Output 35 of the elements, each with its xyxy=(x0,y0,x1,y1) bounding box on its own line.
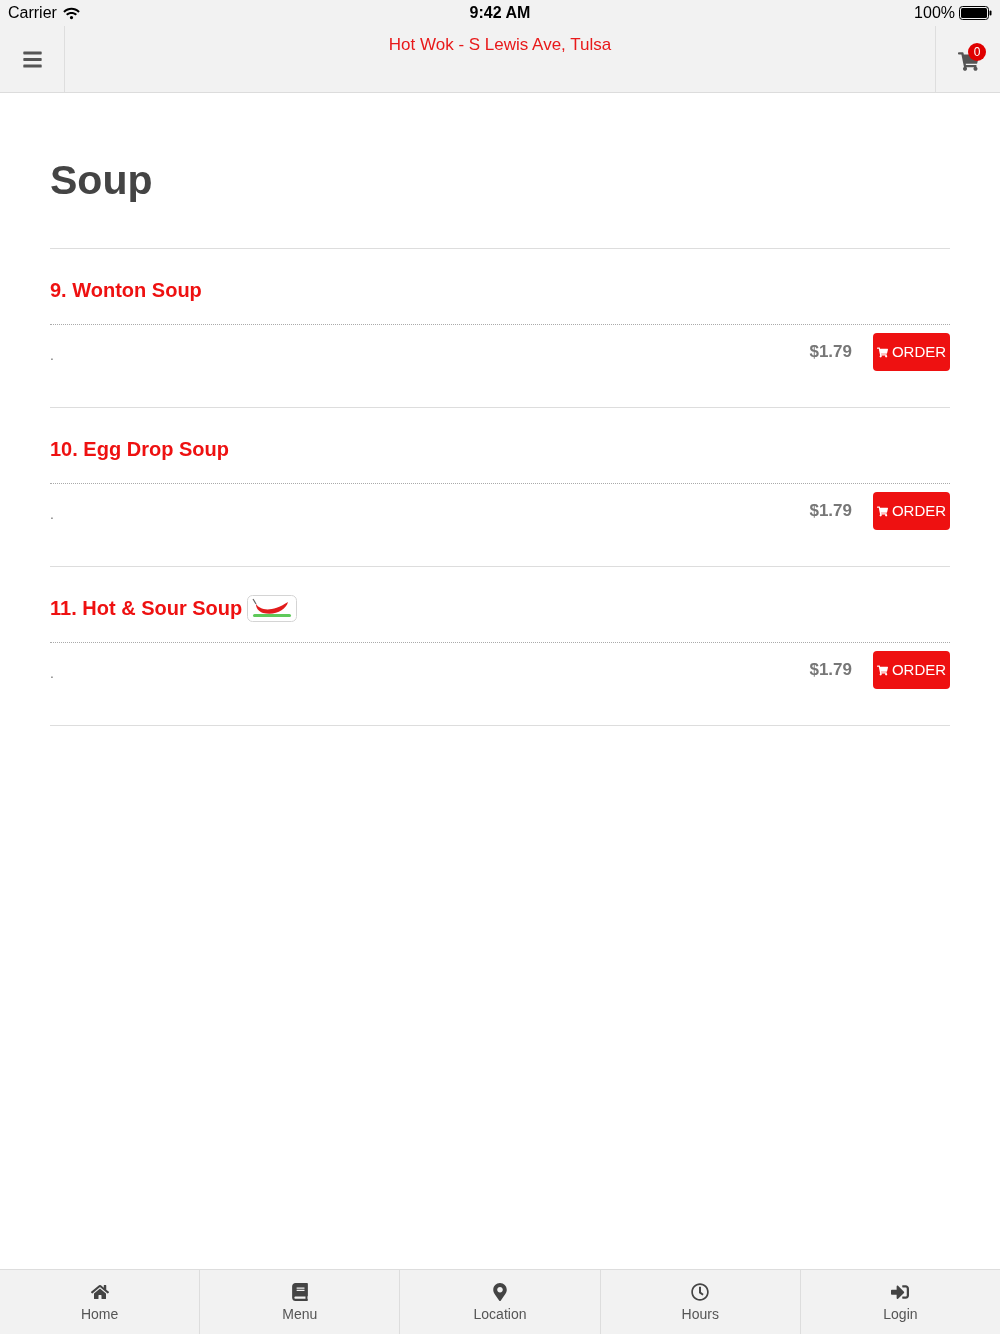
wifi-icon xyxy=(62,6,80,20)
book-icon xyxy=(290,1283,309,1301)
menu-icon xyxy=(21,48,43,70)
tab-bar-item[interactable]: Hours xyxy=(599,1270,800,1334)
order-button[interactable]: ORDER xyxy=(873,333,950,371)
status-time: 9:42 AM xyxy=(469,3,531,23)
cart-button[interactable]: 0 xyxy=(935,26,1000,92)
dish-description: . xyxy=(50,663,55,683)
tab-bar-item[interactable]: Menu xyxy=(199,1270,400,1334)
cart-icon xyxy=(876,664,888,676)
section-title: Soup xyxy=(50,156,154,204)
carrier-label: Carrier xyxy=(8,3,57,23)
battery-icon xyxy=(959,6,992,20)
tab-bar-item[interactable]: Location xyxy=(399,1270,600,1334)
dish-price: $1.79 xyxy=(809,341,852,364)
dish-name: 11. Hot & Sour Soup xyxy=(50,596,243,621)
tab-bar-item[interactable]: Login xyxy=(799,1270,1000,1334)
dish-description: . xyxy=(50,345,55,365)
dish-price: $1.79 xyxy=(809,659,852,682)
dish-name: 9. Wonton Soup xyxy=(50,278,202,303)
dish-name: 10. Egg Drop Soup xyxy=(50,437,229,462)
dish-description: . xyxy=(50,504,55,524)
tab-bar-item[interactable]: Home xyxy=(0,1270,200,1334)
order-button[interactable]: ORDER xyxy=(873,651,950,689)
battery-percent: 100% xyxy=(914,3,955,23)
dish-price: $1.79 xyxy=(809,500,852,523)
order-button[interactable]: ORDER xyxy=(873,492,950,530)
map-pin-icon xyxy=(491,1283,509,1301)
sign-in-icon xyxy=(891,1283,910,1301)
home-icon xyxy=(90,1283,109,1301)
cart-icon xyxy=(876,505,888,517)
restaurant-title: Hot Wok - S Lewis Ave, Tulsa xyxy=(388,35,612,55)
clock-icon xyxy=(691,1283,710,1301)
cart-count-badge: 0 xyxy=(968,43,986,61)
cart-icon xyxy=(876,346,888,358)
